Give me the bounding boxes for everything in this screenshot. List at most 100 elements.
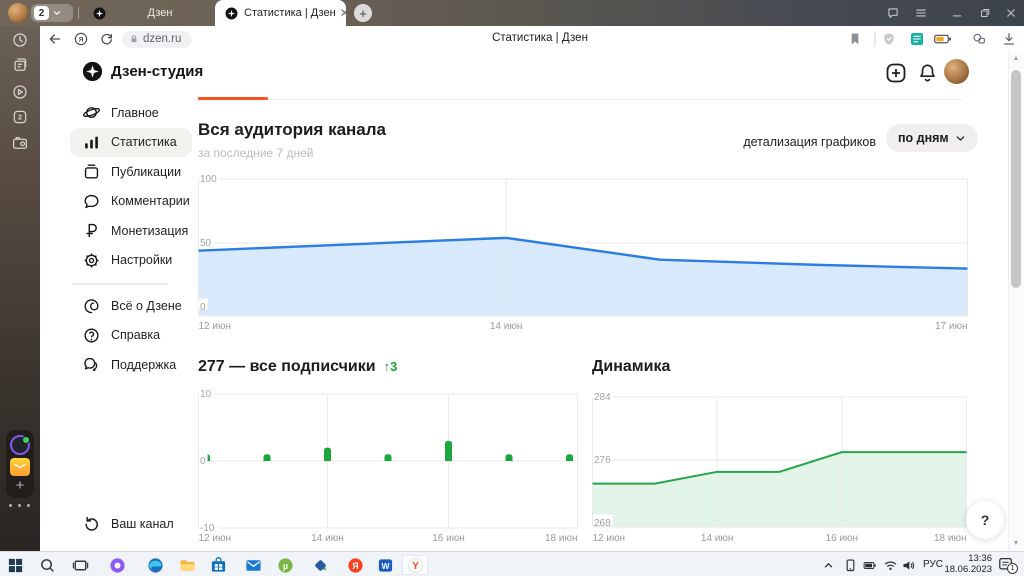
refresh-icon[interactable] xyxy=(98,30,116,48)
close-tab-icon[interactable]: ✕ xyxy=(340,6,350,20)
battery-icon[interactable] xyxy=(862,557,879,573)
sidebar-item-stats[interactable]: Статистика xyxy=(70,127,192,157)
bell-icon[interactable] xyxy=(916,61,939,84)
studio-nav-footer: Ваш канал xyxy=(70,509,192,539)
tab-title: Дзен xyxy=(147,7,173,19)
volume-icon[interactable] xyxy=(900,557,917,573)
back-icon xyxy=(82,514,101,533)
taskbar-store-icon[interactable] xyxy=(205,555,231,575)
taskbar-remote-access-icon[interactable] xyxy=(307,555,333,575)
downloads-icon[interactable] xyxy=(1000,30,1018,48)
wifi-icon[interactable] xyxy=(882,557,899,573)
tab-title: Статистика | Дзен xyxy=(244,7,336,19)
scrollbar-thumb[interactable] xyxy=(1011,70,1021,288)
screen: 2 Дзен Статистика | Дзен ✕ + Я dzen.ru С… xyxy=(0,0,1024,576)
taskbar-edge-icon[interactable] xyxy=(142,555,168,575)
back-icon[interactable] xyxy=(46,30,64,48)
shield-icon[interactable] xyxy=(880,30,898,48)
taskbar-yandex-browser-icon[interactable]: Y xyxy=(402,555,428,576)
taskbar-start-icon[interactable] xyxy=(2,555,28,575)
clock[interactable]: 13:36 18.06.2023 xyxy=(938,553,992,575)
taskbar-search-icon[interactable] xyxy=(34,555,60,575)
sidebar-item-support[interactable]: Поддержка xyxy=(70,350,192,380)
feedback-icon[interactable] xyxy=(884,4,902,22)
subscribers-chart[interactable]: -1001012 июн 14 июн 16 июн 18 июн xyxy=(198,383,578,548)
taskbar-file-explorer-icon[interactable] xyxy=(174,555,200,575)
detail-select[interactable]: по дням xyxy=(886,124,978,152)
help-button[interactable]: ? xyxy=(966,501,1004,539)
sidebar-item-back[interactable]: Ваш канал xyxy=(70,509,192,539)
device-icon[interactable] xyxy=(842,557,859,573)
svg-text:12 июн: 12 июн xyxy=(199,533,232,544)
sidebar-item-label: Всё о Дзене xyxy=(111,298,182,313)
translate-extension-icon[interactable] xyxy=(908,30,926,48)
taskbar-utorrent-icon[interactable]: µ xyxy=(272,555,298,575)
menu-icon[interactable] xyxy=(912,4,930,22)
user-avatar[interactable] xyxy=(944,59,969,84)
detail-label: детализация графиков xyxy=(743,135,876,149)
taskbar-mail-icon[interactable] xyxy=(240,555,266,575)
collections-icon[interactable] xyxy=(11,56,29,74)
sidebar-item-label: Настройки xyxy=(111,253,173,268)
svg-text:284: 284 xyxy=(594,392,611,403)
tab-group-button[interactable]: 2 xyxy=(31,4,73,22)
comments-icon xyxy=(82,192,101,211)
svg-text:W: W xyxy=(381,560,390,570)
sidebar-item-label: Ваш канал xyxy=(111,516,174,531)
sidebar-item-comments[interactable]: Комментарии xyxy=(70,187,192,217)
taskbar-word-icon[interactable]: W xyxy=(372,555,398,576)
yandex-search-icon[interactable]: Я xyxy=(72,30,90,48)
sidebar-item-label: Поддержка xyxy=(111,357,177,372)
alice-icon[interactable] xyxy=(10,435,30,455)
sidebar-item-help[interactable]: Справка xyxy=(70,321,192,351)
tabs-counter-icon[interactable]: 2 xyxy=(11,108,29,126)
svg-text:Я: Я xyxy=(352,560,358,570)
new-tab-button[interactable]: + xyxy=(354,4,372,22)
browser-profile-avatar[interactable] xyxy=(8,3,28,23)
chevron-up-icon[interactable] xyxy=(820,557,837,573)
tab-statistics[interactable]: Статистика | Дзен ✕ xyxy=(215,0,350,26)
subscribers-delta: ↑3 xyxy=(383,359,398,374)
detail-value: по дням xyxy=(898,131,949,145)
audience-chart[interactable]: 0 50 100 12 июн 14 июн 17 июн xyxy=(198,168,968,336)
sidebar-item-publications[interactable]: Публикации xyxy=(70,157,192,187)
publications-icon xyxy=(82,162,101,181)
taskbar-alice-icon[interactable] xyxy=(104,555,130,575)
studio-nav-secondary: Всё о Дзене Справка Поддержка xyxy=(70,291,192,380)
gear-icon xyxy=(82,251,101,270)
browser-toolbar: Я dzen.ru Статистика | Дзен | xyxy=(40,26,1024,52)
dock-add-icon[interactable]: + xyxy=(6,477,34,494)
more-icon[interactable]: • • • xyxy=(0,500,40,512)
mail-icon[interactable] xyxy=(10,458,30,476)
svg-text:268: 268 xyxy=(594,518,611,529)
tab-dzen[interactable]: Дзен xyxy=(86,0,214,26)
restore-icon[interactable] xyxy=(976,4,994,22)
battery-extension-icon[interactable] xyxy=(934,30,952,48)
scrollbar-down-icon[interactable]: ▼ xyxy=(1008,540,1024,547)
screenshot-icon[interactable] xyxy=(11,134,29,152)
lock-icon[interactable] xyxy=(129,34,139,44)
close-icon[interactable] xyxy=(1002,4,1020,22)
taskbar-task-view-icon[interactable] xyxy=(67,555,93,575)
scrollbar-up-icon[interactable]: ▲ xyxy=(1008,55,1024,62)
minimize-icon[interactable] xyxy=(948,4,966,22)
history-icon[interactable] xyxy=(11,31,29,49)
extensions-icon[interactable] xyxy=(970,30,988,48)
address-bar[interactable]: dzen.ru xyxy=(122,30,192,48)
add-content-button[interactable] xyxy=(884,61,908,85)
studio-brand[interactable]: Дзен-студия xyxy=(82,61,203,82)
taskbar-yandex-icon[interactable]: Я xyxy=(342,555,368,575)
sidebar-item-zen[interactable]: Всё о Дзене xyxy=(70,291,192,321)
bookmark-icon[interactable] xyxy=(846,30,864,48)
dynamics-chart[interactable]: 268 276 284 12 июн 14 июн 16 июн 18 июн xyxy=(592,383,967,548)
chevron-down-icon xyxy=(52,8,62,18)
sidebar-item-planet[interactable]: Главное xyxy=(70,98,192,128)
subscribers-title-text: 277 — все подписчики xyxy=(198,358,376,375)
svg-text:16 июн: 16 июн xyxy=(432,533,465,544)
sidebar-item-gear[interactable]: Настройки xyxy=(70,246,192,276)
chevron-down-icon xyxy=(956,135,964,141)
sidebar-item-ruble[interactable]: Монетизация xyxy=(70,216,192,246)
svg-text:Y: Y xyxy=(412,561,419,572)
sidebar-item-label: Комментарии xyxy=(111,194,190,209)
video-icon[interactable] xyxy=(11,83,29,101)
